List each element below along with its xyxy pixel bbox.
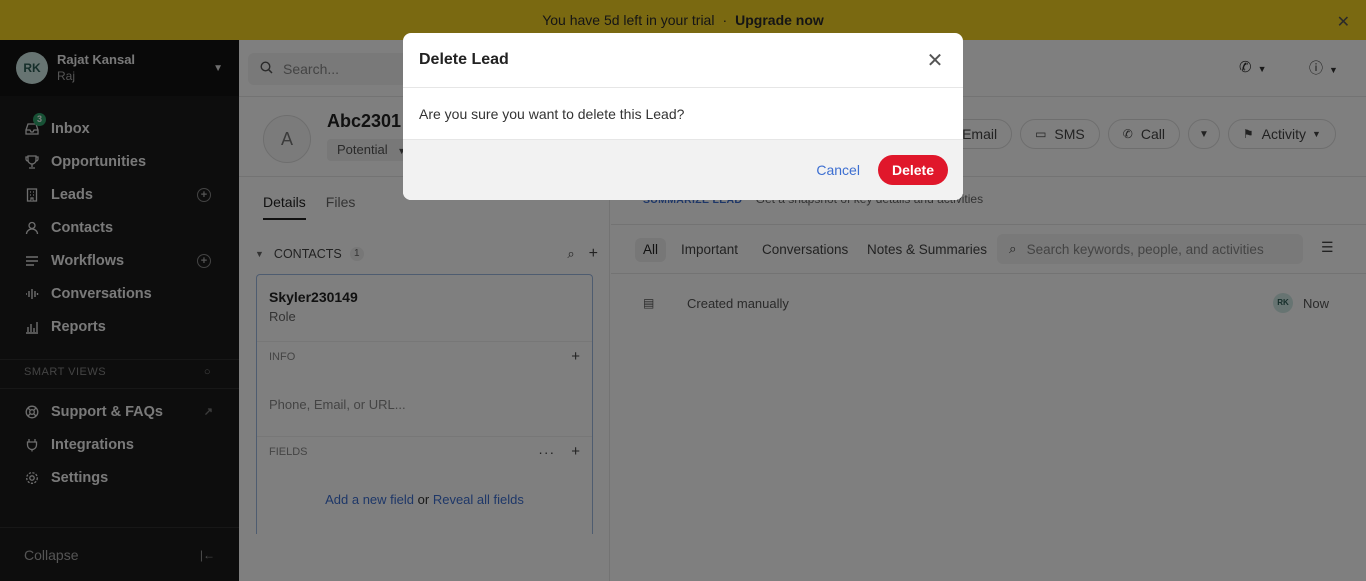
dialog-message: Are you sure you want to delete this Lea…: [419, 105, 685, 122]
delete-lead-dialog: Delete Lead ✕ Are you sure you want to d…: [403, 33, 963, 200]
dialog-header: Delete Lead ✕: [403, 33, 963, 88]
dialog-footer: Cancel Delete: [403, 140, 963, 200]
dialog-title: Delete Lead: [419, 51, 509, 68]
cancel-button[interactable]: Cancel: [816, 162, 860, 178]
close-icon[interactable]: ✕: [923, 48, 947, 73]
delete-button[interactable]: Delete: [877, 155, 948, 185]
dialog-body: Are you sure you want to delete this Lea…: [403, 88, 963, 140]
